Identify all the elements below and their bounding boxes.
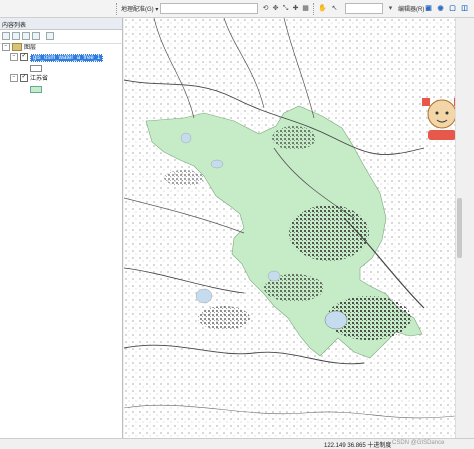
layer-legend-water <box>30 64 42 74</box>
top-toolbar: 地理配准(G) ▾ ⟲ ✥ ⤡ ✚ ▦ ✋ ↖ ▾ 编辑器(R) ▾ ▣ ◉ ▢… <box>0 0 474 18</box>
group-layer-label: 图层 <box>24 45 37 51</box>
scrollbar-thumb[interactable] <box>457 198 462 258</box>
watermark-text: CSDN @GISDance <box>392 440 445 446</box>
sticker-banner <box>428 130 456 140</box>
status-bar: 122.149 36.865 十进制度 CSDN @GISDance <box>0 438 474 449</box>
layer-name-water[interactable]: gis_osm_water_a_free_1 <box>30 54 104 62</box>
pointer-icon[interactable]: ↖ <box>330 4 339 13</box>
link-table-icon[interactable]: ▦ <box>301 4 310 13</box>
georeference-layer-combo[interactable] <box>160 3 258 14</box>
georeference-menu[interactable]: 地理配准(G) ▾ <box>121 4 158 13</box>
edit-annotation-icon[interactable]: ◉ <box>436 4 445 13</box>
dropdown-arrow-icon[interactable]: ▾ <box>386 4 395 13</box>
collapse-icon[interactable]: − <box>2 43 10 52</box>
layer-visibility-checkbox[interactable]: ✓ <box>20 74 28 83</box>
sticker-eye <box>435 111 439 115</box>
water-cluster <box>164 170 204 186</box>
toc-title: 内容列表 <box>2 23 27 29</box>
list-by-visibility-icon[interactable] <box>22 32 30 40</box>
water-cluster <box>272 126 316 150</box>
collapse-icon[interactable]: − <box>10 74 18 83</box>
legend-swatch-water[interactable] <box>30 64 42 72</box>
lake-taihu <box>324 310 348 330</box>
shift-icon[interactable]: ✥ <box>271 4 280 13</box>
scale-icon[interactable]: ⤡ <box>281 4 290 13</box>
scale-combo[interactable] <box>345 3 383 14</box>
water-cluster <box>198 306 250 330</box>
add-control-point-icon[interactable]: ✚ <box>291 4 300 13</box>
map-view[interactable] <box>124 18 455 438</box>
list-by-selection-icon[interactable] <box>32 32 40 40</box>
layer-legend-jiangsu <box>30 85 42 95</box>
edit-tool-icon[interactable]: ▣ <box>424 4 433 13</box>
layer-row-water[interactable]: − ✓ gis_osm_water_a_free_1 <box>10 53 104 63</box>
layer-visibility-checkbox[interactable]: ✓ <box>20 53 28 62</box>
toc-toolbar <box>0 30 122 44</box>
sticker-face <box>427 99 457 129</box>
map-canvas[interactable] <box>124 18 455 438</box>
straight-segment-icon[interactable]: ▢ <box>448 4 457 13</box>
map-vertical-scrollbar[interactable] <box>455 18 464 438</box>
lake <box>210 159 224 169</box>
table-of-contents-panel: 内容列表 − 图层 − ✓ gis_osm_water_a_free_1 − ✓ 江苏省 <box>0 18 123 448</box>
list-by-drawing-order-icon[interactable] <box>2 32 10 40</box>
lake <box>180 132 192 144</box>
legend-swatch-jiangsu[interactable] <box>30 85 42 93</box>
lake <box>195 288 213 304</box>
hand-icon[interactable]: ✋ <box>318 4 327 13</box>
lake <box>267 270 281 282</box>
toc-header: 内容列表 <box>0 18 122 30</box>
layers-icon <box>12 43 22 52</box>
toolbar-grip[interactable] <box>116 3 119 15</box>
collapse-icon[interactable]: − <box>10 53 18 62</box>
water-cluster <box>289 205 369 261</box>
group-layer-row[interactable]: − 图层 <box>2 43 36 53</box>
sticker-corner <box>422 98 430 106</box>
sticker-eye <box>445 111 449 115</box>
layer-row-jiangsu[interactable]: − ✓ 江苏省 <box>10 74 48 84</box>
rotate-icon[interactable]: ⟲ <box>261 4 270 13</box>
toolbar-grip-2[interactable] <box>313 3 316 15</box>
layer-name-jiangsu[interactable]: 江苏省 <box>30 76 48 82</box>
list-by-source-icon[interactable] <box>12 32 20 40</box>
toc-options-icon[interactable] <box>46 32 54 40</box>
sketch-icon[interactable]: ◫ <box>460 4 469 13</box>
